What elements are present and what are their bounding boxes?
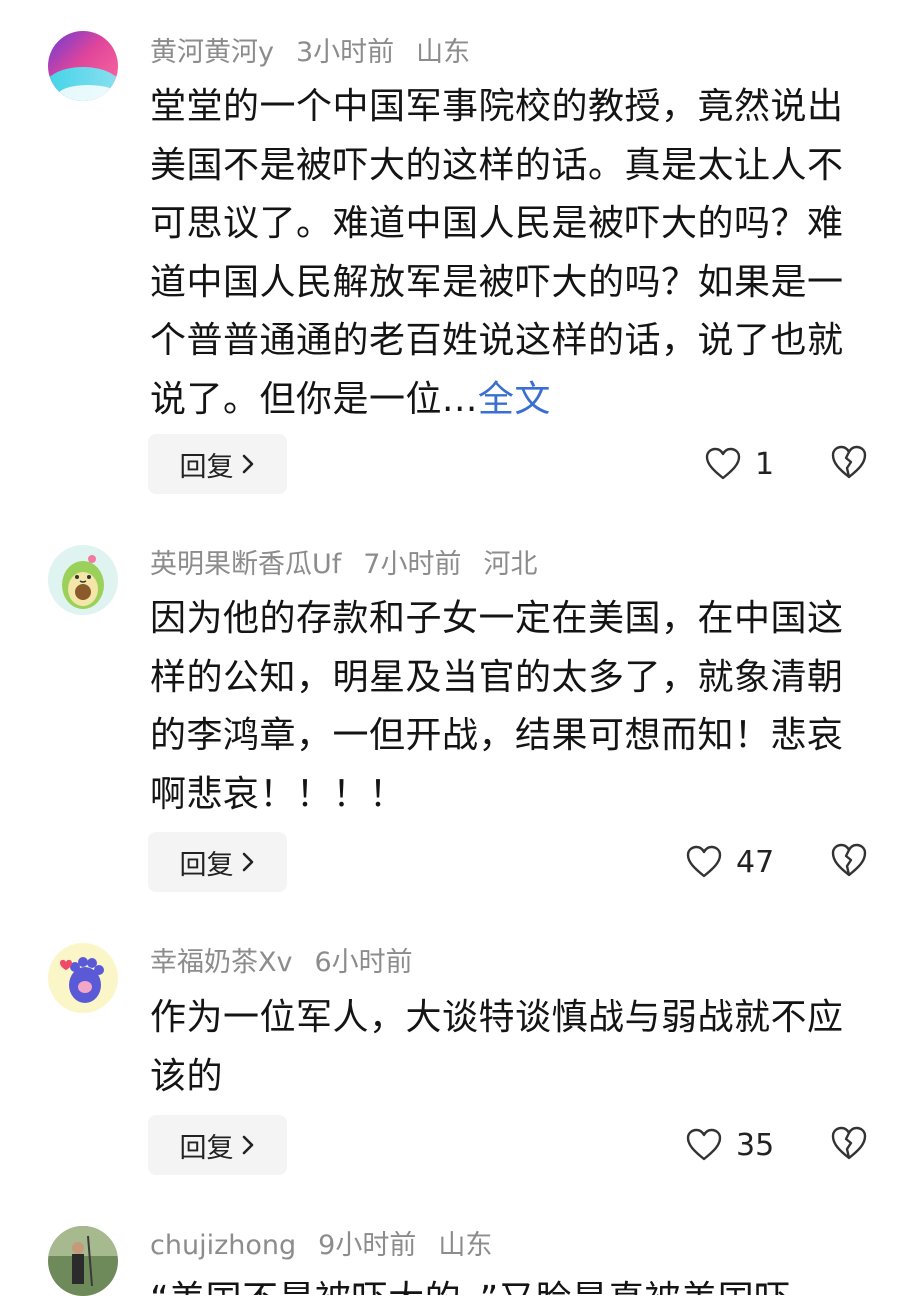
like-count: 1: [755, 446, 775, 482]
broken-heart-icon[interactable]: [830, 1125, 870, 1165]
expand-full-text-link[interactable]: 全文: [478, 379, 551, 420]
timestamp: 6小时前: [314, 947, 413, 978]
timestamp: 3小时前: [295, 37, 395, 68]
broken-heart-icon[interactable]: [830, 444, 870, 484]
reply-label: 回复: [179, 1132, 234, 1164]
comment-body: 因为他的存款和子女一定在美国，在中国这样的公知，明星及当官的太多了，就象清朝的李…: [150, 598, 844, 815]
avatar[interactable]: [48, 1226, 118, 1296]
reply-label: 回复: [179, 849, 234, 881]
username[interactable]: chujizhong: [150, 1230, 296, 1261]
reply-button[interactable]: 回复: [148, 832, 287, 892]
avatar[interactable]: [48, 31, 118, 101]
like-count: 35: [736, 1127, 775, 1163]
like-button[interactable]: 47: [686, 837, 774, 887]
comment-body: 作为一位军人，大谈特谈慎战与弱战就不应该的: [150, 997, 844, 1097]
like-button[interactable]: 35: [686, 1120, 774, 1170]
comment-meta: 黄河黄河y 3小时前 山东: [150, 36, 492, 70]
comment-text: 堂堂的一个中国军事院校的教授，竟然说出美国不是被吓大的这样的话。真是太让人不可思…: [150, 78, 878, 429]
username[interactable]: 黄河黄河y: [150, 37, 274, 68]
chevron-right-icon: [240, 851, 256, 873]
heart-outline-icon: [686, 1128, 722, 1162]
comment-text: 作为一位军人，大谈特谈慎战与弱战就不应该的: [150, 989, 878, 1106]
comment-body: 堂堂的一个中国军事院校的教授，竟然说出美国不是被吓大的这样的话。真是太让人不可思…: [150, 86, 844, 420]
comment-text: “美国不是被吓大的。”又脸是真被美国吓: [150, 1271, 878, 1295]
heart-outline-icon: [705, 447, 741, 481]
chevron-right-icon: [240, 453, 256, 475]
comment-meta: chujizhong 9小时前 山东: [150, 1229, 514, 1263]
avatar[interactable]: [48, 943, 118, 1013]
timestamp: 9小时前: [318, 1230, 417, 1261]
location: 山东: [416, 37, 471, 68]
like-button[interactable]: 1: [705, 439, 774, 489]
reply-button[interactable]: 回复: [148, 434, 287, 494]
reply-label: 回复: [179, 451, 234, 483]
comment-body: “美国不是被吓大的。”又脸是真被美国吓: [150, 1279, 791, 1295]
timestamp: 7小时前: [363, 549, 462, 580]
avatar[interactable]: [48, 545, 118, 615]
comment-text: 因为他的存款和子女一定在美国，在中国这样的公知，明星及当官的太多了，就象清朝的李…: [150, 590, 878, 824]
username[interactable]: 英明果断香瓜Uf: [150, 549, 341, 580]
location: 山东: [438, 1230, 493, 1261]
comment-meta: 幸福奶茶Xv 6小时前: [150, 946, 435, 980]
comment-meta: 英明果断香瓜Uf 7小时前 河北: [150, 548, 559, 582]
location: 河北: [483, 549, 538, 580]
username[interactable]: 幸福奶茶Xv: [150, 947, 292, 978]
like-count: 47: [736, 844, 775, 880]
chevron-right-icon: [240, 1134, 256, 1156]
heart-outline-icon: [686, 845, 722, 879]
broken-heart-icon[interactable]: [830, 842, 870, 882]
reply-button[interactable]: 回复: [148, 1115, 287, 1175]
